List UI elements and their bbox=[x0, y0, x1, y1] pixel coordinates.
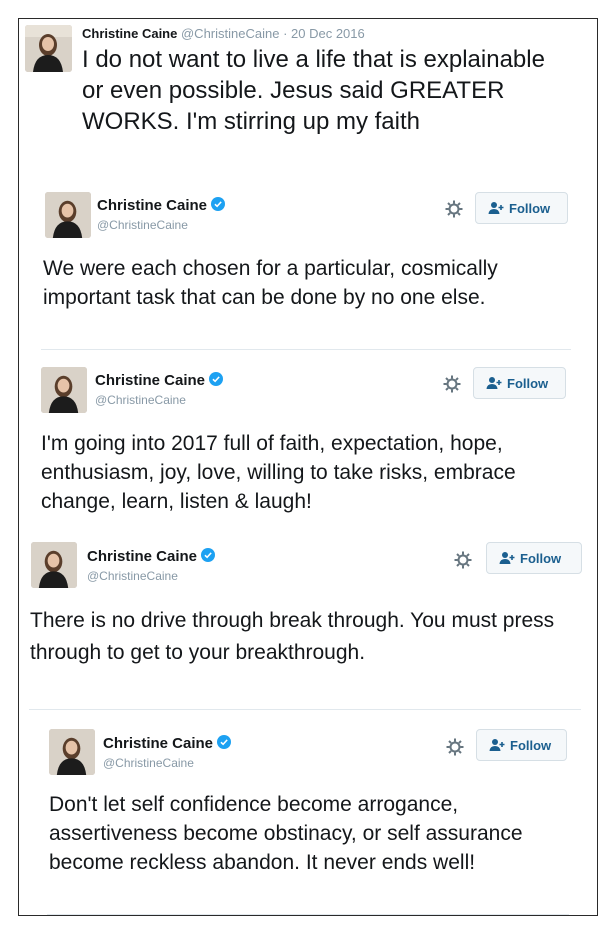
divider bbox=[41, 349, 571, 350]
avatar[interactable] bbox=[31, 542, 77, 588]
author-name[interactable]: Christine Caine bbox=[95, 372, 224, 389]
tweet-date[interactable]: · 20 Dec 2016 bbox=[283, 26, 365, 41]
add-person-icon bbox=[489, 739, 505, 751]
author-handle[interactable]: @ChristineCaine bbox=[103, 756, 194, 770]
avatar-photo bbox=[41, 367, 87, 413]
author-name[interactable]: Christine Caine bbox=[82, 26, 177, 41]
verified-badge-icon bbox=[211, 197, 226, 211]
avatar[interactable] bbox=[45, 192, 91, 238]
gear-icon[interactable] bbox=[445, 737, 465, 757]
avatar-photo bbox=[49, 729, 95, 775]
avatar[interactable] bbox=[49, 729, 95, 775]
gear-icon[interactable] bbox=[442, 374, 462, 394]
follow-button[interactable]: Follow bbox=[473, 367, 566, 399]
add-person-icon bbox=[488, 202, 504, 214]
tweet-text: There is no drive through break through.… bbox=[30, 609, 555, 664]
author-name[interactable]: Christine Caine bbox=[97, 197, 226, 214]
author-handle[interactable]: @ChristineCaine bbox=[97, 218, 188, 232]
divider bbox=[47, 914, 569, 915]
author-name[interactable]: Christine Caine bbox=[87, 548, 216, 565]
author-name[interactable]: Christine Caine bbox=[103, 735, 232, 752]
tweet-text: We were each chosen for a particular, co… bbox=[43, 257, 498, 309]
author-handle[interactable]: @ChristineCaine bbox=[181, 26, 279, 41]
follow-button[interactable]: Follow bbox=[475, 192, 568, 224]
avatar-photo bbox=[25, 25, 72, 72]
verified-badge-icon bbox=[209, 372, 224, 386]
gear-icon[interactable] bbox=[453, 550, 473, 570]
add-person-icon bbox=[499, 552, 515, 564]
avatar-photo bbox=[31, 542, 77, 588]
tweet-text: I'm going into 2017 full of faith, expec… bbox=[41, 432, 516, 513]
divider bbox=[29, 709, 581, 710]
tweet-text: Don't let self confidence become arrogan… bbox=[49, 793, 523, 874]
gear-icon[interactable] bbox=[444, 199, 464, 219]
follow-button[interactable]: Follow bbox=[476, 729, 567, 761]
tweet-text: I do not want to live a life that is exp… bbox=[82, 46, 545, 135]
avatar[interactable] bbox=[25, 25, 72, 72]
author-handle[interactable]: @ChristineCaine bbox=[95, 393, 186, 407]
verified-badge-icon bbox=[201, 548, 216, 562]
screenshot-frame: Christine Caine @ChristineCaine · 20 Dec… bbox=[18, 18, 598, 916]
avatar-photo bbox=[45, 192, 91, 238]
add-person-icon bbox=[486, 377, 502, 389]
avatar[interactable] bbox=[41, 367, 87, 413]
author-handle[interactable]: @ChristineCaine bbox=[87, 569, 178, 583]
header-meta: Christine Caine @ChristineCaine · 20 Dec… bbox=[82, 26, 365, 41]
follow-button[interactable]: Follow bbox=[486, 542, 582, 574]
verified-badge-icon bbox=[217, 735, 232, 749]
